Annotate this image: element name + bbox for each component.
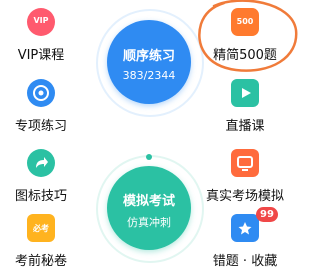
real-exam-simulation-label: 真实考场模拟 [205, 189, 284, 204]
icon-skills-label: 图标技巧 [14, 189, 67, 204]
monitor-icon [231, 149, 259, 177]
sequential-practice-title: 顺序练习 [122, 49, 175, 64]
sequential-practice-button[interactable]: 顺序练习 383/2344 [107, 20, 191, 104]
special-practice-label: 专项练习 [14, 119, 67, 134]
star-book-icon [231, 214, 259, 242]
wrong-questions-favorites-label: 错题 · 收藏 [212, 254, 278, 269]
live-play-icon [231, 79, 259, 107]
exam-secret-paper-button[interactable]: 必考 考前秘卷 [0, 214, 96, 274]
wrong-questions-badge: 99 [256, 207, 278, 222]
sequential-progress: 383/2344 [122, 69, 176, 82]
target-icon [27, 79, 55, 107]
mock-exam-subtitle: 仿真冲刺 [127, 216, 171, 229]
concise-500-label: 精简500题 [213, 48, 277, 63]
mock-exam-title: 模拟考试 [122, 194, 175, 209]
live-course-button[interactable]: 直播课 [190, 79, 300, 139]
500-questions-icon: 500 [231, 8, 259, 36]
wrong-questions-favorites-button[interactable]: 99 错题 · 收藏 [190, 207, 300, 274]
mock-ring-dot [146, 154, 152, 160]
concise-500-button[interactable]: 500 精简500题 [190, 8, 300, 68]
vip-course-label: VIP课程 [17, 48, 65, 63]
vip-icon: VIP [27, 8, 55, 36]
icon-skills-button[interactable]: 图标技巧 [0, 149, 96, 209]
mock-exam-button[interactable]: 模拟考试 仿真冲刺 [107, 166, 191, 250]
exam-secret-paper-label: 考前秘卷 [14, 254, 67, 269]
real-exam-simulation-button[interactable]: 真实考场模拟 [190, 149, 300, 209]
secret-paper-icon: 必考 [27, 214, 55, 242]
live-course-label: 直播课 [225, 119, 265, 134]
share-arrow-icon [27, 149, 55, 177]
special-practice-button[interactable]: 专项练习 [0, 79, 96, 139]
vip-course-button[interactable]: VIP VIP课程 [0, 8, 96, 68]
